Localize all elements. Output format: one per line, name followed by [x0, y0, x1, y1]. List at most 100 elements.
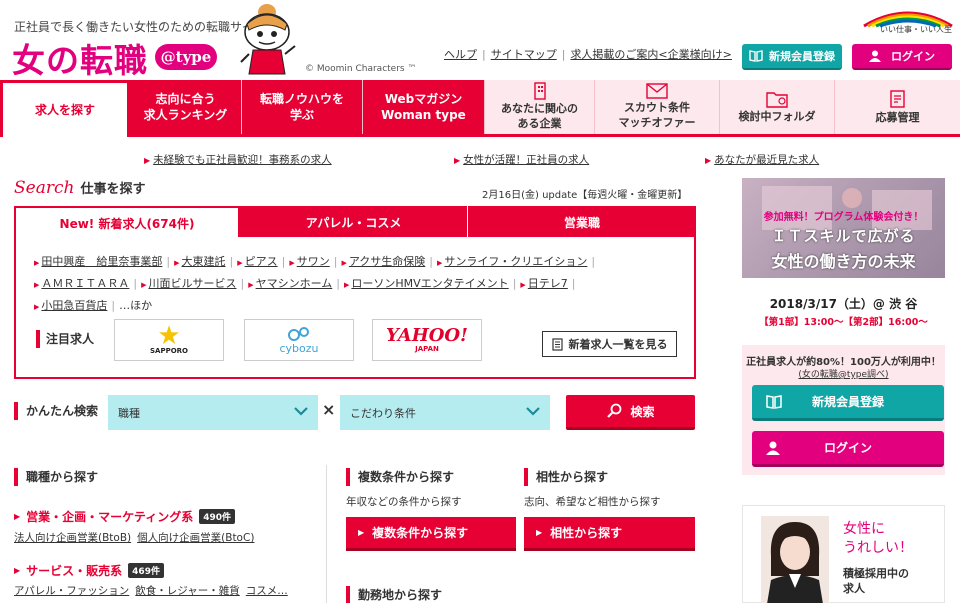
site-tagline: 正社員で長く働きたい女性のための転職サイト [14, 20, 267, 34]
banner-session-times: 【第1部】13:00〜【第2部】16:00〜 [759, 317, 928, 328]
nav-ranking[interactable]: 志向に合う 求人ランキング [130, 80, 242, 134]
side-register-button[interactable]: 新規会員登録 [752, 385, 944, 421]
nav-label: 転職ノウハウを 学ぶ [259, 91, 344, 122]
company-link[interactable]: サワン [297, 255, 330, 268]
compatibility-button[interactable]: ▶ 相性から探す [524, 517, 695, 551]
company-list-line: ▶ 田中興産 給里奈事業部 | ▶ 大東建託 | ▶ ピアス | ▶ サワン | ▶ アクサ生命保険 | ▶ サ… [34, 255, 596, 268]
simple-search-label: かんたん検索 [14, 402, 98, 420]
category-sales-planning[interactable]: ▶ 営業・企画・マーケティング系 490件 [14, 508, 235, 525]
nav-label: 求人を探す [34, 102, 95, 117]
button-label: 新着求人一覧を見る [568, 338, 668, 351]
button-label: ログイン [823, 441, 872, 455]
search-button[interactable]: 検索 [566, 395, 695, 430]
banner-date: 2018/3/17（土）@ 渋 谷 [769, 297, 918, 311]
document-edit-icon [889, 89, 905, 108]
featured-jobs-label: 注目求人 [36, 330, 94, 348]
member-box-note: (女の転職@type調べ) [742, 367, 945, 380]
nav-knowhow[interactable]: 転職ノウハウを 学ぶ [242, 80, 363, 134]
register-button-label: 新規会員登録 [769, 50, 835, 63]
company-link[interactable]: 日テレ7 [528, 277, 568, 290]
sitemap-link[interactable]: サイトマップ [491, 48, 557, 61]
company-link[interactable]: ピアス [245, 255, 278, 268]
job-type-select[interactable]: 職種 [108, 395, 318, 430]
search-heading: Search 仕事を探す [14, 178, 145, 198]
subcategory-link[interactable]: コスメ… [246, 585, 288, 597]
company-link[interactable]: ＡＭＲＩＴＡＲＡ [41, 277, 129, 290]
quick-link[interactable]: 未経験でも正社員歓迎！事務系の求人 [153, 154, 332, 166]
list-document-icon [551, 337, 563, 351]
browse-by-job-label: 職種から探す [14, 468, 98, 486]
corporate-slogan: いい仕事・いい人生 [880, 25, 952, 34]
arrow-icon: ▶ [454, 156, 461, 165]
user-icon [869, 50, 881, 62]
quick-link-item: ▶ 未経験でも正社員歓迎！事務系の求人 [144, 152, 332, 167]
sponsor-subname: JAPAN [415, 345, 439, 353]
event-banner[interactable]: 参加無料！プログラム体験会付き！ ＩＴスキルで広がる 女性の働き方の未来 201… [742, 178, 945, 334]
company-link[interactable]: 川面ビルサービス [149, 277, 237, 290]
multi-condition-label: 複数条件から探す [346, 468, 454, 486]
new-jobs-list-button[interactable]: 新着求人一覧を見る [542, 331, 677, 357]
nav-interested-companies[interactable]: あなたに関心の ある企業 [485, 80, 595, 134]
sponsor-name: YAHOO! [386, 325, 468, 346]
site-logo[interactable]: 女の転職 [12, 34, 148, 82]
sponsor-yahoo[interactable]: YAHOO! JAPAN [372, 319, 482, 361]
company-link[interactable]: サンライフ・クリエイション [444, 255, 587, 268]
quick-link[interactable]: あなたが最近見た求人 [714, 154, 819, 166]
tab-sales[interactable]: 営業職 [468, 206, 696, 238]
update-info: 2月16日(金) update【毎週火曜・金曜更新】 [482, 190, 688, 201]
chevron-down-icon [294, 407, 308, 416]
register-button[interactable]: 新規会員登録 [742, 44, 842, 70]
sponsor-sapporo[interactable]: ★ SAPPORO [114, 319, 224, 361]
login-button[interactable]: ログイン [852, 44, 952, 70]
company-link[interactable]: 田中興産 給里奈事業部 [41, 255, 162, 268]
quick-link[interactable]: 女性が活躍！正社員の求人 [463, 154, 589, 166]
company-link[interactable]: アクサ生命保険 [349, 255, 425, 268]
member-box: 正社員求人が約80%！100万人が利用中！ (女の転職@type調べ) 新規会員… [742, 345, 945, 475]
company-link[interactable]: ローソンHMVエンタテイメント [351, 277, 508, 290]
card-headline: 女性に うれしい！ [843, 521, 913, 556]
button-label: 新規会員登録 [811, 395, 884, 409]
book-icon [749, 50, 763, 62]
nav-label: 志向に合う 求人ランキング [143, 91, 228, 122]
subcategory-list: 法人向け企画営業(BtoB) 個人向け企画営業(BtoC) [14, 530, 260, 545]
survey-note: (女の転職@type調べ) [798, 370, 889, 380]
arrow-icon: ▶ [144, 156, 151, 165]
category-service-sales[interactable]: ▶ サービス・販売系 469件 [14, 562, 164, 579]
star-icon: ★ [157, 321, 181, 351]
employer-info-link[interactable]: 求人掲載のご案内<企業様向け> [570, 48, 731, 61]
woman-portrait-icon [767, 522, 823, 603]
condition-select[interactable]: こだわり条件 [340, 395, 550, 430]
nav-applications[interactable]: 応募管理 [835, 80, 960, 134]
sponsor-cybozu[interactable]: cybozu [244, 319, 354, 361]
category-title: 営業・企画・マーケティング系 [26, 510, 194, 524]
quick-link-item: ▶ 女性が活躍！正社員の求人 [454, 152, 589, 167]
quick-link-item: ▶ あなたが最近見た求人 [705, 152, 819, 167]
multi-condition-button[interactable]: ▶ 複数条件から探す [346, 517, 516, 551]
arrow-icon: ▶ [358, 528, 365, 537]
search-tabs: New! 新着求人(674件) アパレル・コスメ 営業職 [14, 206, 696, 238]
subcategory-link[interactable]: 法人向け企画営業(BtoB) [14, 532, 131, 544]
search-icon [607, 403, 622, 418]
subcategory-link[interactable]: 飲食・レジャー・雑貨 [135, 585, 239, 597]
help-link[interactable]: ヘルプ [444, 48, 477, 61]
recommend-jobs-card[interactable]: 女性に うれしい！ 積極採用中の 求人 [742, 505, 945, 603]
tab-new-jobs[interactable]: New! 新着求人(674件) [14, 206, 240, 238]
nav-job-search[interactable]: 求人を探す [0, 80, 130, 137]
select-value: こだわり条件 [350, 406, 416, 420]
nav-webmagazine[interactable]: Webマガジン Woman type [363, 80, 485, 134]
nav-folder[interactable]: 検討中フォルダ [720, 80, 835, 134]
nav-scout-offer[interactable]: スカウト条件 マッチオファー [595, 80, 720, 134]
woman-photo [761, 516, 829, 603]
member-box-title: 正社員求人が約80%！100万人が利用中！ [746, 357, 941, 368]
company-link[interactable]: ヤマシンホーム [256, 277, 333, 290]
subcategory-link[interactable]: アパレル・ファッション [14, 585, 129, 597]
nav-label: Webマガジン Woman type [381, 91, 466, 122]
compatibility-label: 相性から探す [524, 468, 608, 486]
side-login-button[interactable]: ログイン [752, 431, 944, 467]
tab-apparel-cosme[interactable]: アパレル・コスメ [240, 206, 468, 238]
banner-top-text: 参加無料！プログラム体験会付き！ [763, 212, 924, 223]
subcategory-list: アパレル・ファッション 飲食・レジャー・雑貨 コスメ… [14, 583, 294, 598]
company-link[interactable]: 大東建託 [182, 255, 226, 268]
company-link[interactable]: 小田急百貨店 [41, 299, 107, 312]
subcategory-link[interactable]: 個人向け企画営業(BtoC) [137, 532, 254, 544]
